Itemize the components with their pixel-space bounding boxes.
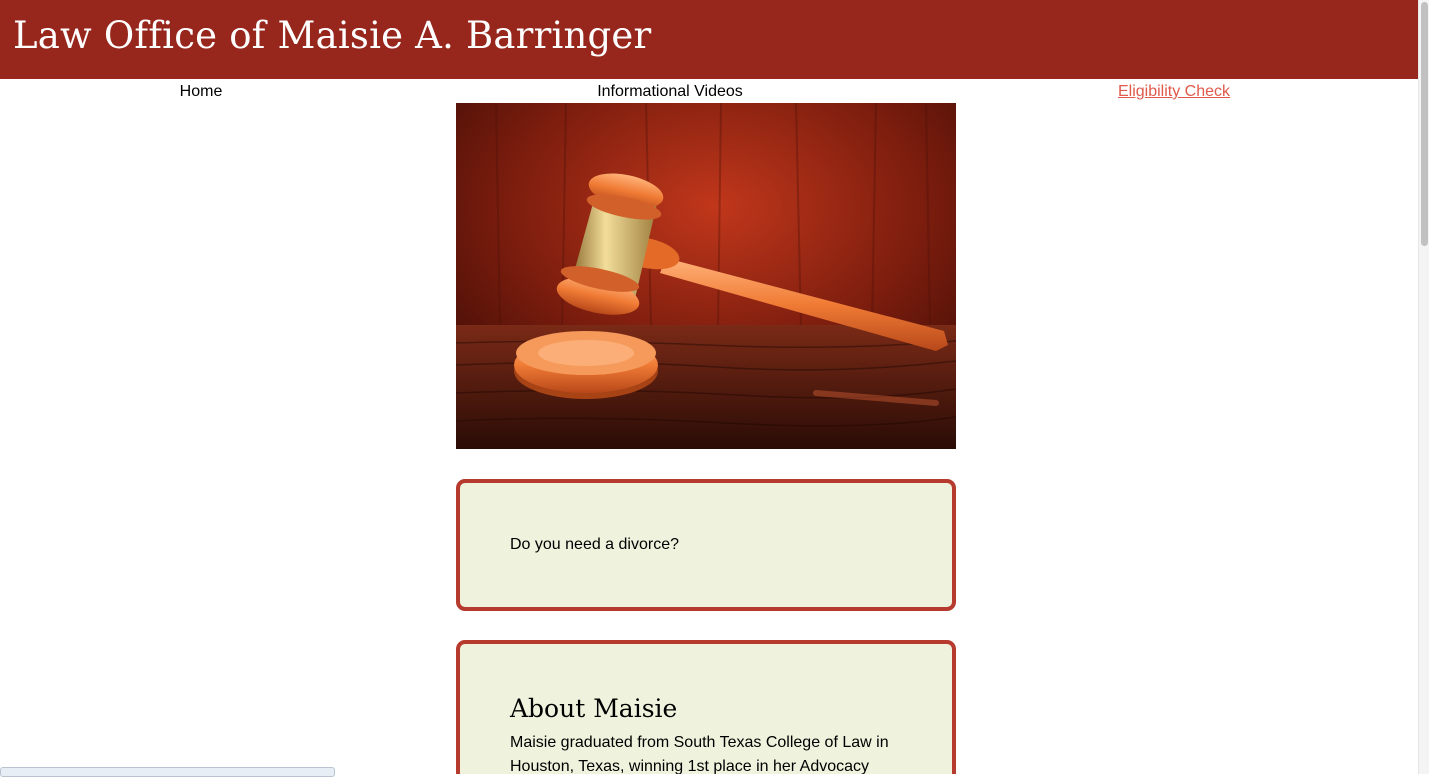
page-scrollbar[interactable] bbox=[1418, 0, 1429, 774]
about-card: About Maisie Maisie graduated from South… bbox=[456, 640, 956, 774]
scrollbar-thumb[interactable] bbox=[1421, 2, 1428, 246]
link-status-bar bbox=[0, 767, 335, 777]
nav-eligibility-link[interactable]: Eligibility Check bbox=[1118, 83, 1230, 101]
about-heading: About Maisie bbox=[510, 694, 678, 723]
divorce-question: Do you need a divorce? bbox=[510, 536, 679, 553]
about-text: Maisie graduated from South Texas Colleg… bbox=[510, 734, 889, 774]
main-nav: Home Informational Videos Eligibility Ch… bbox=[0, 79, 1418, 103]
site-title: Law Office of Maisie A. Barringer bbox=[13, 14, 652, 57]
page: Law Office of Maisie A. Barringer Home I… bbox=[0, 0, 1418, 774]
divorce-card: Do you need a divorce? bbox=[456, 479, 956, 611]
gavel-image bbox=[455, 102, 957, 449]
nav-videos-link[interactable]: Informational Videos bbox=[597, 83, 743, 101]
nav-home-link[interactable]: Home bbox=[180, 83, 223, 101]
site-header: Law Office of Maisie A. Barringer bbox=[0, 0, 1418, 79]
